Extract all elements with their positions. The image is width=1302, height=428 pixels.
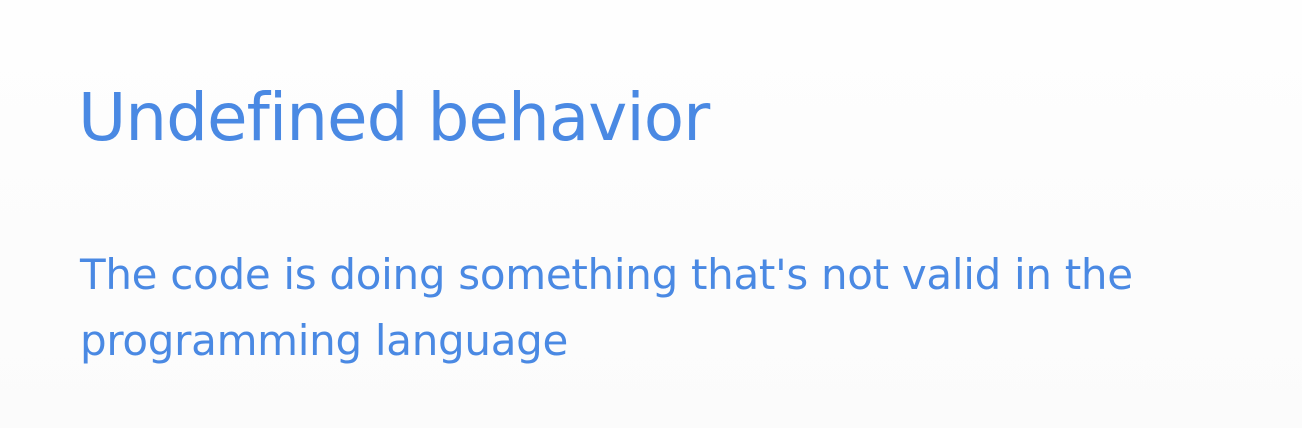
slide: Undefined behavior The code is doing som… [0,0,1302,428]
slide-body-text: The code is doing something that's not v… [80,250,1133,365]
slide-title: Undefined behavior [78,79,710,156]
